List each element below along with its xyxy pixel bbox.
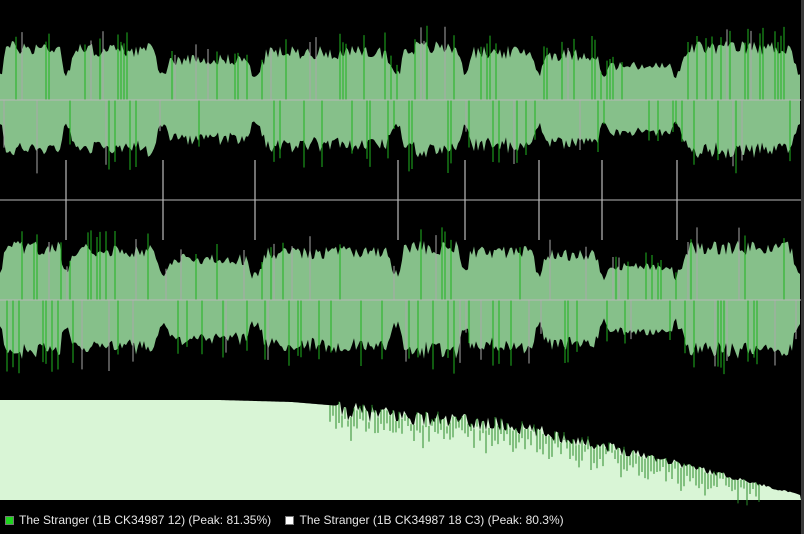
legend-item-track-2: The Stranger (1B CK34987 18 C3) (Peak: 8… [285,506,564,534]
white-square-icon [285,516,295,525]
waveform-comparison-window: The Stranger (1B CK34987 12) (Peak: 81.3… [0,0,804,534]
spectrum-graph [0,400,801,506]
track-1-waveform [0,25,801,174]
waveform-canvas[interactable] [0,0,801,506]
green-square-icon [5,516,14,525]
legend-label-track-2: The Stranger (1B CK34987 18 C3) (Peak: 8… [299,513,564,527]
track-2-waveform [0,227,801,375]
legend-bar: The Stranger (1B CK34987 12) (Peak: 81.3… [0,506,801,534]
legend-label-track-1: The Stranger (1B CK34987 12) (Peak: 81.3… [19,513,272,527]
legend-item-track-1: The Stranger (1B CK34987 12) (Peak: 81.3… [5,506,271,534]
